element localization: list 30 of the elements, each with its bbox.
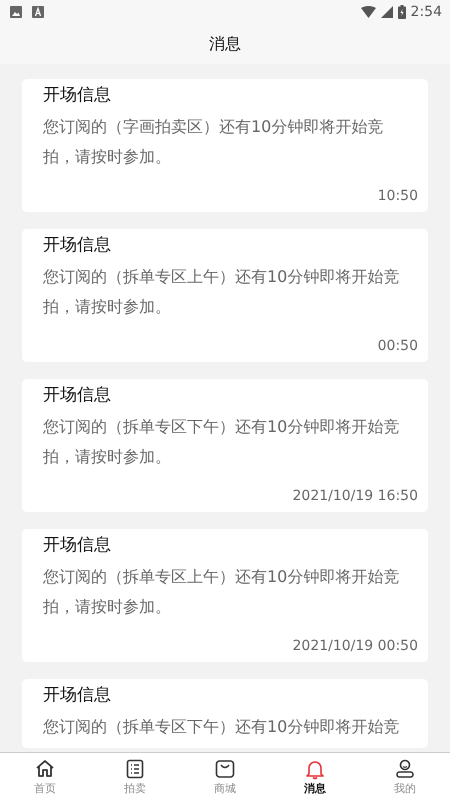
tab-button[interactable]: 拍卖	[90, 753, 180, 800]
letter-icon	[32, 6, 44, 18]
bag-icon	[214, 758, 236, 780]
image-icon	[10, 6, 22, 18]
message-title: 开场信息	[43, 84, 111, 107]
home-icon	[34, 758, 56, 780]
list-icon	[124, 758, 146, 780]
tab-button[interactable]: 首页	[0, 753, 90, 800]
message-text: 您订阅的（拆单专区下午）还有10分钟即将开始竞	[43, 716, 400, 738]
message-title: 开场信息	[43, 534, 111, 557]
tab-button[interactable]: 商城	[180, 753, 270, 800]
wifi-icon	[360, 6, 376, 18]
tab-button[interactable]: 我的	[360, 753, 450, 800]
tab-button[interactable]: 消息	[270, 753, 360, 800]
message-title: 开场信息	[43, 234, 111, 257]
message-text: 您订阅的（拆单专区上午）还有10分钟即将开始竞拍，请按时参加。	[43, 566, 400, 618]
user-icon	[394, 758, 416, 780]
message-text: 您订阅的（拆单专区上午）还有10分钟即将开始竞拍，请按时参加。	[43, 266, 400, 318]
message-time: 00:50	[378, 337, 418, 356]
message-time: 2021/10/19 16:50	[292, 487, 418, 506]
battery-icon	[398, 5, 406, 19]
message-time: 10:50	[378, 187, 418, 206]
status-time: 2:54	[410, 4, 442, 20]
page-title: 消息	[209, 34, 241, 54]
message-text: 您订阅的（字画拍卖区）还有10分钟即将开始竞拍，请按时参加。	[43, 116, 384, 168]
message-title: 开场信息	[43, 384, 111, 407]
message-text: 您订阅的（拆单专区下午）还有10分钟即将开始竞拍，请按时参加。	[43, 416, 400, 468]
message-time: 2021/10/19 00:50	[292, 637, 418, 656]
message-title: 开场信息	[43, 684, 111, 707]
signal-icon	[380, 6, 393, 18]
